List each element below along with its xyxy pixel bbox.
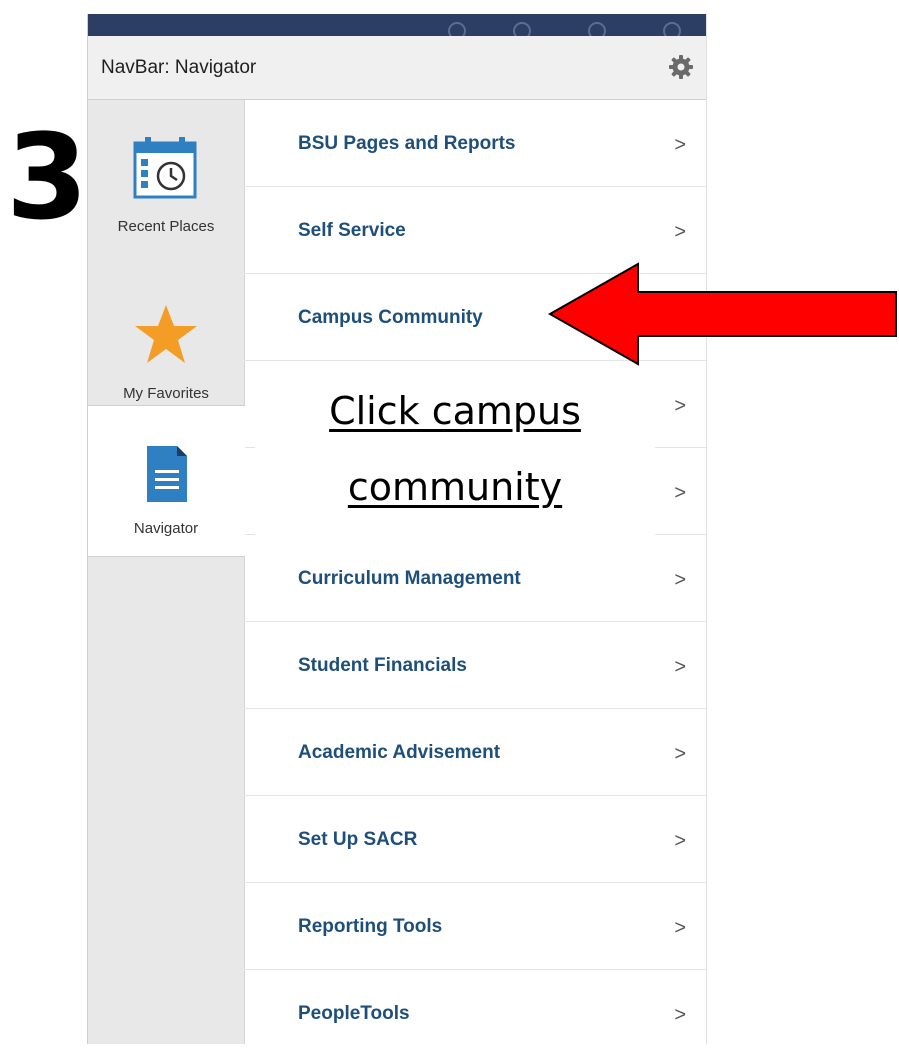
chevron-right-icon: > <box>674 482 686 504</box>
menu-item-reporting-tools[interactable]: Reporting Tools > <box>244 883 706 970</box>
menu-item-label: Academic Advisement <box>298 742 501 763</box>
menu-item-student-financials[interactable]: Student Financials > <box>244 622 706 709</box>
chevron-right-icon: > <box>674 917 686 939</box>
annotation-box: Click campus community <box>255 375 655 540</box>
sidebar-item-label: Recent Places <box>117 218 215 235</box>
chevron-right-icon: > <box>674 569 686 591</box>
menu-item-label: Curriculum Management <box>298 568 521 589</box>
menu-item-set-up-sacr[interactable]: Set Up SACR > <box>244 796 706 883</box>
menu-item-label: Set Up SACR <box>298 829 418 850</box>
annotation-line-1: Click campus <box>329 389 581 433</box>
navbar-header: NavBar: Navigator <box>88 36 706 100</box>
search-icon <box>513 22 531 36</box>
chevron-right-icon: > <box>674 395 686 417</box>
gear-icon[interactable] <box>668 54 694 80</box>
sidebar-item-my-favorites[interactable]: My Favorites <box>88 255 244 405</box>
red-arrow-annotation <box>548 262 897 366</box>
sidebar-item-label: My Favorites <box>123 385 209 402</box>
sidebar-item-label: Navigator <box>133 520 199 537</box>
step-number: 3 <box>6 108 88 246</box>
chevron-right-icon: > <box>674 1004 686 1026</box>
chevron-right-icon: > <box>674 221 686 243</box>
menu-item-label: BSU Pages and Reports <box>298 133 516 154</box>
sidebar-item-recent-places[interactable]: Recent Places <box>88 100 244 250</box>
menu-item-label: Student Financials <box>298 655 467 676</box>
navbar-sidebar: Recent Places My Favorites Navigator <box>88 100 245 1044</box>
top-banner <box>88 14 706 36</box>
chevron-right-icon: > <box>674 743 686 765</box>
menu-item-label: PeopleTools <box>298 1003 410 1024</box>
annotation-line-2: community <box>347 465 563 509</box>
arrow-shape <box>548 262 897 366</box>
star-icon <box>135 305 197 363</box>
navbar-icon <box>663 22 681 36</box>
chevron-right-icon: > <box>674 656 686 678</box>
menu-item-label: Campus Community <box>298 307 483 328</box>
menu-item-curriculum-management[interactable]: Curriculum Management > <box>244 535 706 622</box>
navbar-title: NavBar: Navigator <box>101 57 257 78</box>
chevron-right-icon: > <box>674 830 686 852</box>
menu-item-bsu-pages-and-reports[interactable]: BSU Pages and Reports > <box>244 100 706 187</box>
notification-icon <box>588 22 606 36</box>
calendar-clock-icon <box>133 137 197 199</box>
menu-item-self-service[interactable]: Self Service > <box>244 187 706 274</box>
menu-item-label: Reporting Tools <box>298 916 443 937</box>
menu-item-peopletools[interactable]: PeopleTools > <box>244 970 706 1056</box>
sidebar-item-navigator[interactable]: Navigator <box>88 405 245 557</box>
chevron-right-icon: > <box>674 134 686 156</box>
menu-item-label: Self Service <box>298 220 406 241</box>
home-icon <box>448 22 466 36</box>
document-icon <box>147 446 187 502</box>
menu-item-academic-advisement[interactable]: Academic Advisement > <box>244 709 706 796</box>
